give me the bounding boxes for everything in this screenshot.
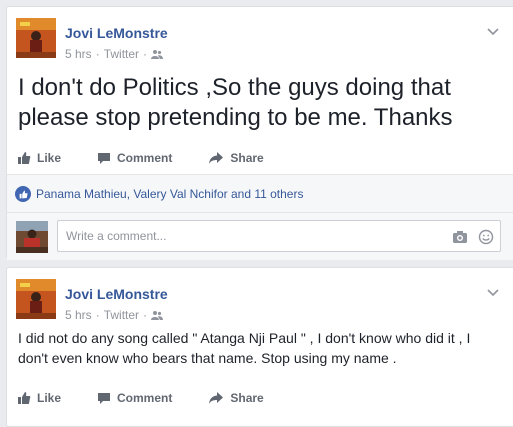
speech-bubble-icon (98, 153, 111, 164)
like-label: Like (37, 391, 62, 405)
comment-composer (7, 212, 513, 260)
share-arrow-icon (209, 392, 224, 404)
post-actions: Like Comment Share (17, 148, 300, 168)
post-meta: 5 hrs · Twitter · (65, 47, 164, 61)
meta-separator: · (143, 47, 148, 61)
friends-icon[interactable] (151, 49, 164, 59)
chevron-down-icon[interactable] (487, 25, 499, 37)
post-time[interactable]: 5 hrs (65, 47, 92, 61)
speech-bubble-icon (98, 393, 111, 404)
comment-input[interactable] (64, 228, 428, 244)
meta-separator: · (95, 47, 100, 61)
post-source[interactable]: Twitter (104, 47, 139, 61)
author-name[interactable]: Jovi LeMonstre (65, 25, 168, 41)
author-avatar[interactable] (16, 18, 56, 58)
post-source[interactable]: Twitter (104, 308, 139, 322)
share-button[interactable]: Share (208, 151, 264, 165)
comment-input-box[interactable] (57, 220, 501, 252)
thumbs-up-icon (18, 392, 31, 404)
comment-label: Comment (117, 391, 173, 405)
post-card: Jovi LeMonstre 5 hrs · Twitter · I did n… (6, 267, 513, 427)
post-meta: 5 hrs · Twitter · (65, 308, 164, 322)
post-text: I don't do Politics ,So the guys doing t… (18, 74, 453, 131)
like-badge-icon (15, 186, 31, 202)
likes-text[interactable]: Panama Mathieu, Valery Val Nchifor and 1… (36, 187, 303, 201)
post-time[interactable]: 5 hrs (65, 308, 92, 322)
like-button[interactable]: Like (17, 151, 61, 165)
share-button[interactable]: Share (208, 391, 264, 405)
share-label: Share (230, 391, 264, 405)
like-label: Like (37, 151, 62, 165)
comment-button[interactable]: Comment (97, 151, 172, 165)
chevron-down-icon[interactable] (487, 286, 499, 298)
meta-separator: · (95, 308, 100, 322)
share-label: Share (230, 151, 264, 165)
author-avatar[interactable] (16, 279, 56, 319)
comment-label: Comment (117, 151, 173, 165)
author-name[interactable]: Jovi LeMonstre (65, 286, 168, 302)
share-arrow-icon (209, 152, 224, 164)
camera-icon[interactable] (452, 229, 468, 245)
comment-button[interactable]: Comment (97, 391, 172, 405)
post-text: I did not do any song called " Atanga Nj… (18, 330, 471, 366)
post-card: Jovi LeMonstre 5 hrs · Twitter · I don't… (6, 6, 513, 260)
reactions-bar: Panama Mathieu, Valery Val Nchifor and 1… (7, 174, 513, 213)
like-button[interactable]: Like (17, 391, 61, 405)
meta-separator: · (143, 308, 148, 322)
thumbs-up-icon (18, 152, 31, 164)
friends-icon[interactable] (151, 310, 164, 320)
smiley-icon[interactable] (478, 229, 494, 245)
user-avatar[interactable] (16, 221, 48, 253)
post-actions: Like Comment Share (17, 388, 300, 408)
likes-summary[interactable]: Panama Mathieu, Valery Val Nchifor and 1… (15, 186, 303, 202)
